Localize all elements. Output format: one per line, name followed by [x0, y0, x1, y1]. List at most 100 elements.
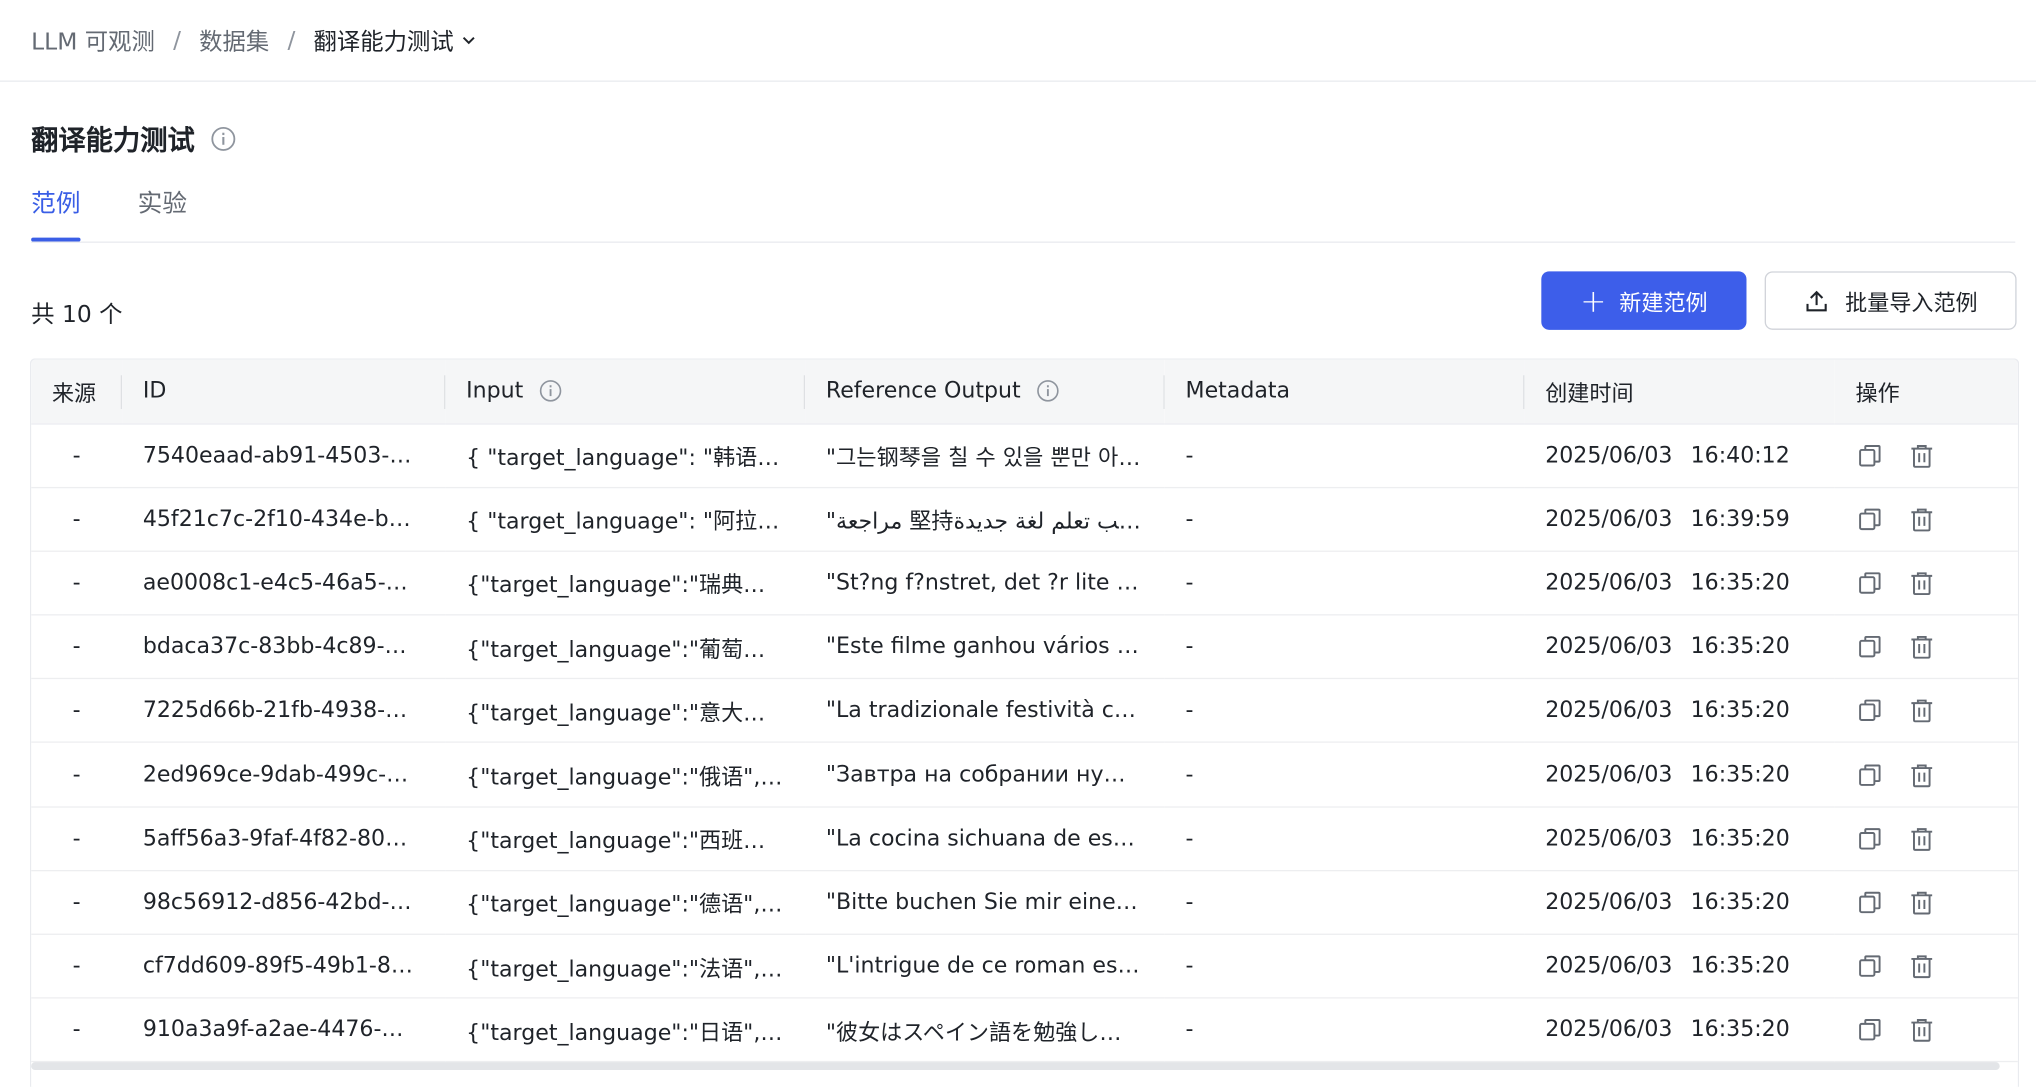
cell-metadata: -	[1164, 614, 1525, 680]
trash-icon[interactable]	[1907, 505, 1936, 534]
table-row[interactable]: -910a3a9f-a2ae-4476-… {"target_language":…	[31, 998, 2018, 1063]
column-header-input: Input	[445, 359, 806, 424]
table-row[interactable]: -5aff56a3-9faf-4f82-80… {"target_language…	[31, 806, 2018, 872]
created-date: 2025/06/03	[1545, 953, 1673, 980]
examples-table: 来源 ID Input Reference Output Metadata 创建…	[29, 358, 2020, 1087]
cell-source: -	[31, 806, 123, 872]
copy-icon[interactable]	[1856, 696, 1885, 725]
cell-reference-output: "彼女はスペイン語を勉強し…	[805, 998, 1165, 1063]
created-clock: 16:35:20	[1690, 633, 1790, 660]
table-header-row: 来源 ID Input Reference Output Metadata 创建…	[31, 359, 2018, 424]
copy-icon[interactable]	[1856, 569, 1885, 598]
breadcrumb-llm-observability[interactable]: LLM 可观测	[31, 23, 155, 57]
copy-icon[interactable]	[1856, 633, 1885, 662]
cell-reference-output: "La cocina sichuana de es…	[805, 806, 1165, 872]
tab-examples[interactable]: 范例	[31, 184, 81, 242]
copy-icon[interactable]	[1856, 760, 1885, 789]
table-row[interactable]: -7540eaad-ab91-4503-…{ "target_language"…	[31, 423, 2018, 488]
cell-actions	[1834, 806, 2018, 872]
cell-id: cf7dd609-89f5-49b1-8…	[122, 934, 446, 999]
table-row[interactable]: -98c56912-d856-42bd-… {"target_language":…	[31, 870, 2018, 935]
table-row[interactable]: -7225d66b-21fb-4938-… {"target_language":…	[31, 678, 2018, 744]
table-row[interactable]: - cf7dd609-89f5-49b1-8… {"target_language"…	[31, 934, 2018, 999]
cell-source: -	[31, 678, 123, 744]
bulk-import-label: 批量导入范例	[1845, 290, 1978, 317]
copy-icon[interactable]	[1856, 505, 1885, 534]
table-row[interactable]: -2ed969ce-9dab-499c-… {"target_language":…	[31, 742, 2018, 808]
cell-reference-output: "L'intrigue de ce roman es…	[805, 934, 1165, 999]
cell-reference-output: "La tradizionale festività c…	[805, 678, 1165, 744]
created-date: 2025/06/03	[1545, 761, 1673, 788]
cell-source: -	[31, 423, 123, 488]
cell-input: { "target_language": "阿拉…	[445, 487, 806, 552]
cell-input: {"target_language":"俄语",…	[445, 742, 806, 808]
created-date: 2025/06/03	[1545, 506, 1673, 533]
cell-input: {"target_language":"德语",…	[445, 870, 806, 935]
cell-id: 98c56912-d856-42bd-…	[122, 870, 446, 935]
bulk-import-button[interactable]: 批量导入范例	[1764, 271, 2017, 330]
cell-reference-output: "Завтра на собрании ну…	[805, 742, 1165, 808]
copy-icon[interactable]	[1856, 888, 1885, 917]
table-row[interactable]: - bdaca37c-83bb-4c89-… {"target_language":…	[31, 614, 2018, 680]
cell-id: 7225d66b-21fb-4938-…	[122, 678, 446, 744]
tab-bar: 范例 实验	[31, 179, 2016, 243]
cell-input: {"target_language":"法语",…	[445, 934, 806, 999]
cell-created-time: 2025/06/03 16:40:12	[1524, 423, 1835, 488]
cell-input: {"target_language":"葡萄…	[445, 614, 806, 680]
cell-reference-output: "St?ng f?nstret, det ?r lite k…	[805, 551, 1165, 616]
table-row[interactable]: - ae0008c1-e4c5-46a5-… {"target_language":…	[31, 551, 2018, 616]
trash-icon[interactable]	[1907, 888, 1936, 917]
created-clock: 16:40:12	[1690, 442, 1790, 469]
info-icon[interactable]	[210, 126, 236, 152]
copy-icon[interactable]	[1856, 441, 1885, 470]
cell-metadata: -	[1164, 934, 1525, 999]
cell-actions	[1834, 934, 2018, 999]
cell-actions	[1834, 678, 2018, 744]
cell-reference-output: "Bitte buchen Sie mir eine…	[805, 870, 1165, 935]
total-count: 共 10 个	[31, 301, 123, 329]
column-header-metadata: Metadata	[1164, 359, 1525, 424]
info-icon[interactable]	[1036, 379, 1059, 402]
breadcrumb-datasets[interactable]: 数据集	[199, 23, 269, 57]
created-clock: 16:35:20	[1690, 889, 1790, 916]
cell-actions	[1834, 423, 2018, 488]
page-header: 翻译能力测试	[31, 119, 236, 158]
trash-icon[interactable]	[1907, 824, 1936, 853]
cell-metadata: -	[1164, 423, 1525, 488]
cell-created-time: 2025/06/03 16:35:20	[1524, 742, 1835, 808]
cell-metadata: -	[1164, 678, 1525, 744]
upload-icon	[1806, 290, 1827, 311]
breadcrumb: LLM 可观测 / 数据集 / 翻译能力测试	[31, 23, 477, 57]
copy-icon[interactable]	[1856, 824, 1885, 853]
cell-source: -	[31, 551, 123, 616]
horizontal-scrollbar[interactable]	[31, 1062, 2000, 1070]
trash-icon[interactable]	[1907, 696, 1936, 725]
trash-icon[interactable]	[1907, 441, 1936, 470]
new-example-label: 新建范例	[1619, 290, 1708, 317]
cell-source: -	[31, 742, 123, 808]
copy-icon[interactable]	[1856, 1016, 1885, 1045]
page-title: 翻译能力测试	[31, 124, 195, 156]
trash-icon[interactable]	[1907, 760, 1936, 789]
cell-metadata: -	[1164, 998, 1525, 1063]
trash-icon[interactable]	[1907, 569, 1936, 598]
cell-actions	[1834, 487, 2018, 552]
copy-icon[interactable]	[1856, 952, 1885, 981]
cell-created-time: 2025/06/03 16:35:20	[1524, 678, 1835, 744]
created-date: 2025/06/03	[1545, 1017, 1673, 1044]
column-header-id: ID	[122, 359, 446, 424]
breadcrumb-current-dataset-dropdown[interactable]: 翻译能力测试	[314, 23, 478, 57]
new-example-button[interactable]: + 新建范例	[1541, 271, 1747, 330]
cell-input: {"target_language":"瑞典…	[445, 551, 806, 616]
cell-reference-output: "مراجعة 堅持تتطلب تعلم لغة جديدة…	[805, 487, 1165, 552]
cell-created-time: 2025/06/03 16:35:20	[1524, 934, 1835, 999]
cell-id: 7540eaad-ab91-4503-…	[122, 423, 446, 488]
trash-icon[interactable]	[1907, 633, 1936, 662]
trash-icon[interactable]	[1907, 952, 1936, 981]
table-row[interactable]: -45f21c7c-2f10-434e-b…{ "target_language…	[31, 487, 2018, 552]
cell-created-time: 2025/06/03 16:35:20	[1524, 998, 1835, 1063]
column-header-source: 来源	[31, 359, 123, 424]
trash-icon[interactable]	[1907, 1016, 1936, 1045]
tab-experiments[interactable]: 实验	[138, 184, 187, 241]
info-icon[interactable]	[539, 379, 562, 402]
